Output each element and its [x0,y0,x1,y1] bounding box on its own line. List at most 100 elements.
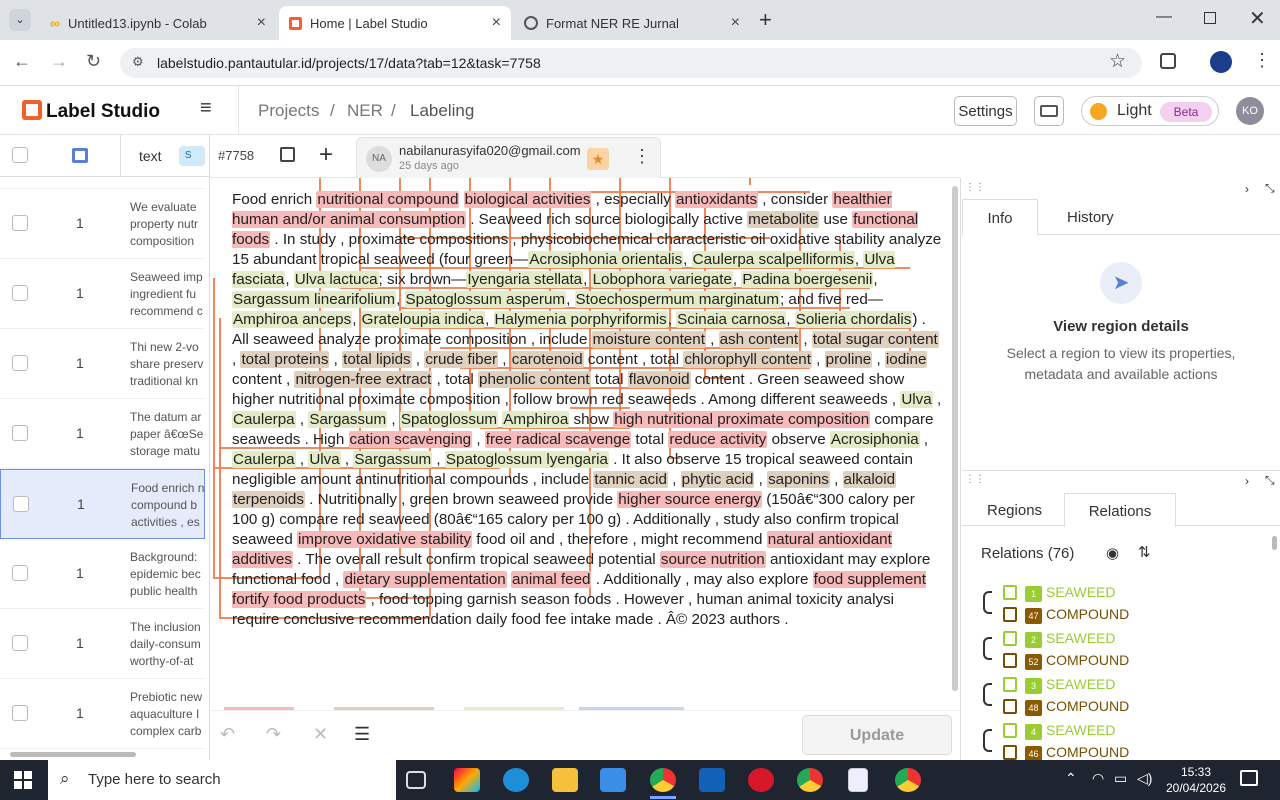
hamburger-menu-icon[interactable]: ≡ [200,98,219,118]
back-icon[interactable]: ← [13,51,31,72]
edge-icon[interactable] [503,768,529,792]
relation-to[interactable]: 52 COMPOUND [1003,652,1129,670]
entity-span[interactable]: dietary supplementation [343,571,507,588]
tab-list-button[interactable]: ⌄ [9,9,31,31]
entity-span[interactable]: total sugar content [811,331,939,348]
labeling-text-area[interactable]: Food enrich nutritional compound biologi… [210,178,960,710]
relation-to[interactable]: 48 COMPOUND [1003,698,1129,716]
entity-span[interactable]: nutritional compound [316,191,460,208]
forward-icon[interactable]: → [50,51,68,72]
window-close-icon[interactable]: ✕ [1249,6,1266,31]
chrome-profile-icon[interactable] [895,768,921,792]
close-icon[interactable]: × [257,14,266,32]
reload-icon[interactable]: ↻ [86,51,101,72]
entity-span[interactable]: Solieria chordalis [794,311,913,328]
site-info-icon[interactable]: ⚙ [132,54,144,70]
entity-span[interactable]: Amphiroa anceps [232,311,353,328]
entity-span[interactable]: cation scavenging [348,431,473,448]
entity-span[interactable]: Acrosiphonia orientalis [528,251,684,268]
table-row[interactable]: 1 We evaluate property nutr composition [0,189,205,259]
entity-span[interactable]: alkaloid [842,471,897,488]
entity-span[interactable]: metabolite [747,211,820,228]
drag-handle-icon[interactable]: ⋮⋮ [965,182,985,193]
bookmark-star-icon[interactable]: ☆ [1109,50,1126,73]
entity-span[interactable]: total proteins [240,351,330,368]
annotation-tab[interactable]: NA nabilanurasyifa020@gmail.com 25 days … [356,137,661,180]
close-icon[interactable]: × [731,14,740,32]
star-icon[interactable]: ★ [587,148,609,170]
entity-span[interactable]: Padina boergesenii [741,271,874,288]
relation-from[interactable]: 2 SEAWEED [1003,630,1116,648]
taskbar-search[interactable]: ⌕ Type here to search [48,760,396,800]
entity-span[interactable]: Sargassum [308,411,388,428]
relation-from[interactable]: 3 SEAWEED [1003,676,1116,694]
entity-span[interactable]: Iyengaria stellata [466,271,584,288]
tab-format-ner[interactable]: Format NER RE Jurnal × [514,6,750,40]
breadcrumb-projects[interactable]: Projects [258,101,319,121]
copilot-icon[interactable] [454,768,480,792]
new-tab-icon[interactable]: + [759,7,772,33]
entity-span[interactable]: animal feed [510,571,592,588]
tab-relations[interactable]: Relations [1064,493,1176,527]
redo-icon[interactable]: ↷ [266,724,281,745]
entity-span[interactable]: Caulerpa [232,451,296,468]
entity-span[interactable]: Ulva [308,451,341,468]
file-explorer-icon[interactable] [552,768,578,792]
relation-from[interactable]: 4 SEAWEED [1003,722,1116,740]
entity-span[interactable]: proline [824,351,873,368]
table-row[interactable]: 1 Seaweed imp ingredient fu recommend c [0,259,205,329]
tab-history[interactable]: History [1067,209,1114,226]
entity-span[interactable]: crude fiber [424,351,499,368]
tab-info[interactable]: Info [962,199,1038,236]
text-scrollbar[interactable] [952,186,958,691]
show-hidden-icons[interactable]: ⌃ [1065,770,1077,787]
chrome-profile-icon[interactable] [797,768,823,792]
windows-start-icon[interactable] [14,771,32,789]
entity-span[interactable]: tannic acid [593,471,668,488]
entity-span[interactable]: carotenoid [510,351,584,368]
entity-span[interactable]: flavonoid [627,371,691,388]
entity-span[interactable]: moisture content [591,331,706,348]
app-logo[interactable]: Label Studio [22,100,160,123]
entity-span[interactable]: Halymenia porphyriformis [493,311,668,328]
horizontal-scrollbar[interactable] [10,752,136,757]
theme-toggle[interactable]: Light Beta [1081,96,1219,126]
more-options-icon[interactable]: ⋮ [633,146,651,167]
extensions-icon[interactable] [1160,53,1176,69]
entity-span[interactable]: higher source energy [617,491,762,508]
store-icon[interactable] [600,768,626,792]
table-row[interactable]: 1 Thi new 2-vo share preserv traditional … [0,329,205,399]
entity-span[interactable]: total lipids [342,351,412,368]
entity-span[interactable]: Grateloupia indica [360,311,486,328]
opera-icon[interactable] [748,768,774,792]
row-checkbox[interactable] [12,565,28,581]
browser-menu-icon[interactable]: ⋮ [1253,50,1271,71]
entity-span[interactable]: Caulerpa [232,411,296,428]
entity-span[interactable]: Amphiroa [502,411,570,428]
relation-to[interactable]: 47 COMPOUND [1003,606,1129,624]
entity-span[interactable]: phenolic content [478,371,591,388]
row-checkbox[interactable] [12,285,28,301]
undo-icon[interactable]: ↶ [220,724,235,745]
update-button[interactable]: Update [802,715,952,755]
entity-span[interactable]: chlorophyll content [683,351,812,368]
select-all-checkbox[interactable] [12,147,28,163]
entity-span[interactable]: reduce activity [668,431,768,448]
expand-icon[interactable]: ⤡ [1265,473,1275,488]
collapse-icon[interactable]: › [1245,182,1249,196]
entity-span[interactable]: Ulva [900,391,933,408]
table-row[interactable]: 1 Food enrich n compound b activities , e… [0,469,205,539]
tab-colab[interactable]: ∞ Untitled13.ipynb - Colab × [40,6,276,40]
expand-icon[interactable]: ⤡ [1265,181,1275,196]
entity-span[interactable]: antioxidants [675,191,759,208]
notifications-icon[interactable] [1240,770,1258,786]
volume-icon[interactable]: ◁) [1137,770,1152,787]
minimize-icon[interactable]: — [1156,8,1172,26]
entity-span[interactable]: Scinaia carnosa [676,311,787,328]
add-annotation-icon[interactable]: + [319,141,333,169]
row-checkbox[interactable] [12,635,28,651]
entity-span[interactable]: iodine [884,351,928,368]
maximize-icon[interactable] [1204,12,1216,24]
entity-span[interactable]: Spatoglossum [399,411,499,428]
wifi-icon[interactable]: ◠ [1092,770,1104,787]
